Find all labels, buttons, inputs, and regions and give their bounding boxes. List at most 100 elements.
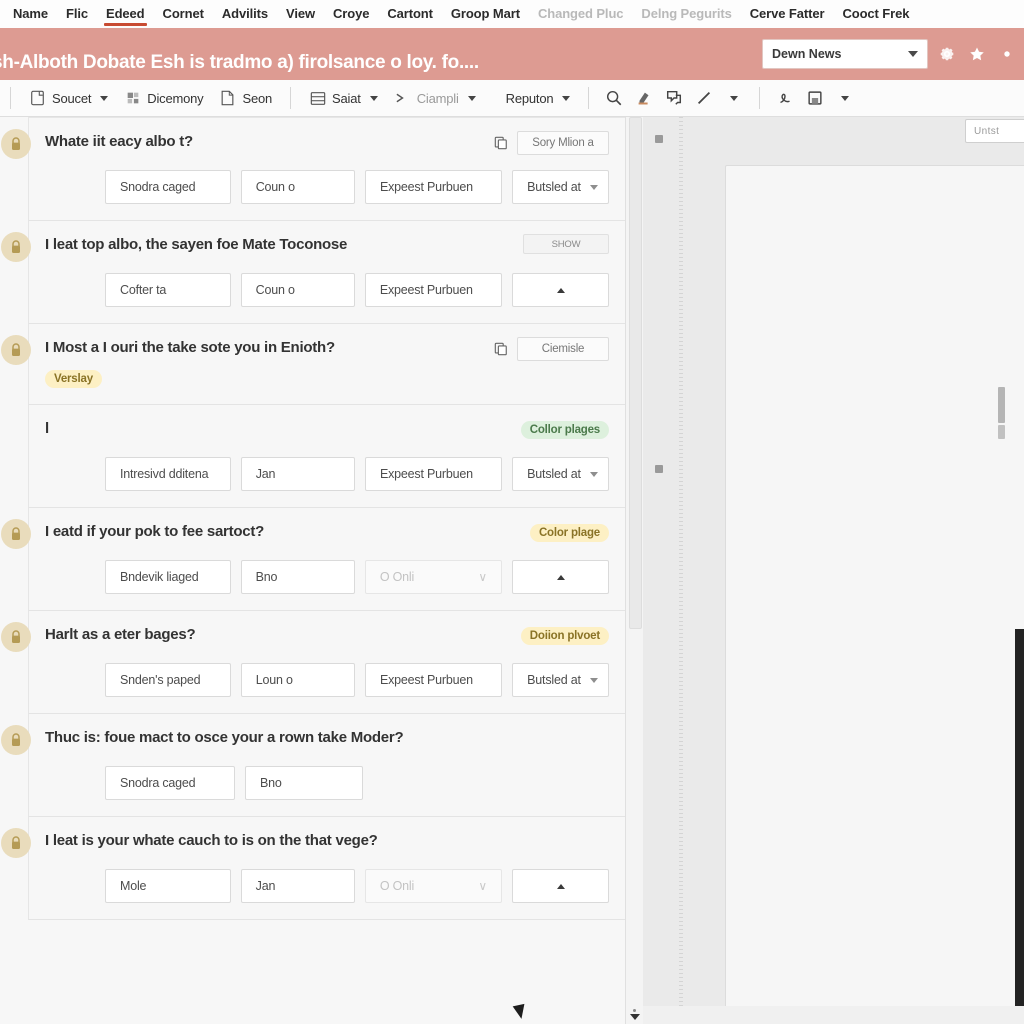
- menu-item-cartont[interactable]: Cartont: [378, 1, 442, 27]
- toolbar-button-ciampli[interactable]: Ciampli: [386, 86, 484, 110]
- toolbar-divider: [290, 87, 292, 109]
- field-2[interactable]: Jan: [240, 869, 355, 903]
- chevron-down-icon[interactable]: [719, 85, 749, 111]
- document-title: sh-Alboth Dobate Esh is tradmo a) firols…: [0, 52, 479, 73]
- field-3[interactable]: Expeest Purbuen: [364, 170, 503, 204]
- question-list-pane[interactable]: Whate iit eacy albo t? Sory Mlion a Snodra…: [0, 117, 626, 1024]
- field-3[interactable]: Expeest Purbuen: [364, 273, 503, 307]
- copy-icon[interactable]: [492, 134, 510, 152]
- field-1[interactable]: Snodra caged: [105, 766, 235, 800]
- toolbar-button-soucet[interactable]: Soucet: [21, 86, 116, 110]
- preview-pane[interactable]: Untst: [643, 117, 1024, 1024]
- scrollbar-down-button[interactable]: [628, 1006, 641, 1022]
- menu-item-croye[interactable]: Croye: [324, 1, 378, 27]
- field-1[interactable]: Bndevik liaged: [105, 560, 231, 594]
- pen-icon[interactable]: [689, 85, 719, 111]
- field-1[interactable]: Cofter ta: [105, 273, 231, 307]
- field-3[interactable]: O Onli ∨: [364, 869, 503, 903]
- header-chip[interactable]: Ciemisle: [517, 337, 609, 361]
- menu-item-flic[interactable]: Flic: [57, 1, 97, 27]
- question-row[interactable]: l Collor plages Intresivd dditena Jan Expees…: [28, 405, 625, 508]
- question-row[interactable]: I eatd if your pok to fee sartoct? Color …: [1, 508, 625, 611]
- preview-canvas[interactable]: [725, 165, 1024, 1024]
- field-3[interactable]: Expeest Purbuen: [364, 457, 503, 491]
- view-select[interactable]: Dewn News: [762, 39, 928, 69]
- menu-item-view[interactable]: View: [277, 1, 324, 27]
- list-vertical-scrollbar[interactable]: [625, 117, 643, 1024]
- menu-item-name[interactable]: Name: [4, 1, 57, 27]
- chevron-down-icon: [589, 677, 598, 683]
- lock-icon: [1, 622, 31, 652]
- toolbar-button-dicemony[interactable]: Dicemony: [116, 86, 211, 110]
- menu-item-groop-mart[interactable]: Groop Mart: [442, 1, 529, 27]
- toolbar-button-soucet-label: Soucet: [52, 90, 92, 106]
- toolbar-divider: [759, 87, 761, 109]
- question-text: Harlt as a eter bages?: [45, 626, 196, 643]
- field-2[interactable]: Bno: [240, 560, 355, 594]
- field-value: O Onli: [379, 570, 415, 584]
- field-2[interactable]: Jan: [240, 457, 355, 491]
- question-row[interactable]: I leat is your whate cauch to is on the …: [1, 817, 625, 920]
- document-icon: [219, 89, 236, 107]
- question-row[interactable]: Thuc is: foue mact to osce your a rown t…: [1, 714, 625, 817]
- chevron-down-icon: [467, 95, 476, 101]
- menu-item-advilits[interactable]: Advilits: [213, 1, 277, 27]
- question-text: I leat is your whate cauch to is on the …: [45, 832, 378, 849]
- field-1[interactable]: Intresivd dditena: [105, 457, 231, 491]
- signature-icon[interactable]: [770, 85, 800, 111]
- chevron-down-icon[interactable]: [830, 85, 860, 111]
- field-2[interactable]: Bno: [245, 766, 363, 800]
- menu-item-cooct-frek[interactable]: Cooct Frek: [833, 1, 918, 27]
- field-1[interactable]: Snden's paped: [105, 663, 231, 697]
- copy-icon[interactable]: [492, 340, 510, 358]
- overflow-icon[interactable]: [996, 43, 1018, 65]
- gear-icon[interactable]: [936, 43, 958, 65]
- field-4[interactable]: Butsled at: [512, 663, 609, 697]
- stamp-icon[interactable]: [800, 85, 830, 111]
- field-1[interactable]: Snodra caged: [105, 170, 231, 204]
- toolbar-button-dicemony-label: Dicemony: [147, 90, 204, 106]
- toolbar-button-reputon[interactable]: Reputon: [498, 88, 579, 109]
- lock-icon: [1, 828, 31, 858]
- field-4[interactable]: [512, 273, 609, 307]
- highlight-icon[interactable]: [629, 85, 659, 111]
- field-value: Bno: [255, 570, 278, 584]
- toolbar-button-saiat[interactable]: Saiat: [301, 86, 386, 110]
- header-chip[interactable]: SHOW: [523, 234, 609, 254]
- title-band: sh-Alboth Dobate Esh is tradmo a) firols…: [0, 28, 1024, 80]
- field-2[interactable]: Loun o: [240, 663, 355, 697]
- question-row[interactable]: I leat top albo, the sayen foe Mate Toco…: [1, 221, 625, 324]
- star-icon[interactable]: [966, 43, 988, 65]
- status-badge: Verslay: [45, 370, 102, 388]
- question-header: Harlt as a eter bages? Doiion plvoet: [1, 622, 609, 652]
- field-2[interactable]: Coun o: [240, 170, 355, 204]
- field-1[interactable]: Mole: [105, 869, 231, 903]
- chevron-down-icon: [589, 184, 598, 190]
- comment-icon[interactable]: [659, 85, 689, 111]
- field-3[interactable]: Expeest Purbuen: [364, 663, 503, 697]
- field-4[interactable]: Butsled at: [512, 457, 609, 491]
- header-chip[interactable]: Sory Mlion a: [517, 131, 609, 155]
- menu-item-delng-pegurits[interactable]: Delng Pegurits: [632, 1, 740, 27]
- question-row[interactable]: Harlt as a eter bages? Doiion plvoet Snden…: [1, 611, 625, 714]
- menu-item-cornet[interactable]: Cornet: [154, 1, 213, 27]
- question-row[interactable]: I Most a I ouri the take sote you in Eni…: [1, 324, 625, 405]
- search-icon[interactable]: [599, 85, 629, 111]
- field-4[interactable]: [512, 560, 609, 594]
- menu-item-changed-pluc[interactable]: Changed Pluc: [529, 1, 632, 27]
- toolbar-button-seon[interactable]: Seon: [211, 86, 280, 110]
- field-3[interactable]: O Onli ∨: [364, 560, 503, 594]
- question-row[interactable]: Whate iit eacy albo t? Sory Mlion a Snodra…: [1, 117, 625, 221]
- lock-icon: [1, 519, 31, 549]
- preview-field-tag[interactable]: Untst: [965, 119, 1024, 143]
- menu-item-cerve-fatter[interactable]: Cerve Fatter: [741, 1, 834, 27]
- menu-item-edeed[interactable]: Edeed: [97, 1, 154, 27]
- menu-bar: Name Flic Edeed Cornet Advilits View Croye Cart…: [0, 0, 1024, 28]
- field-4[interactable]: Butsled at: [512, 170, 609, 204]
- field-2[interactable]: Coun o: [240, 273, 355, 307]
- field-4[interactable]: [512, 869, 609, 903]
- preview-bottom-bar[interactable]: [643, 1006, 1024, 1024]
- field-value: Butsled at: [527, 673, 581, 687]
- field-value: Cofter ta: [120, 283, 167, 297]
- scrollbar-thumb[interactable]: [629, 117, 642, 629]
